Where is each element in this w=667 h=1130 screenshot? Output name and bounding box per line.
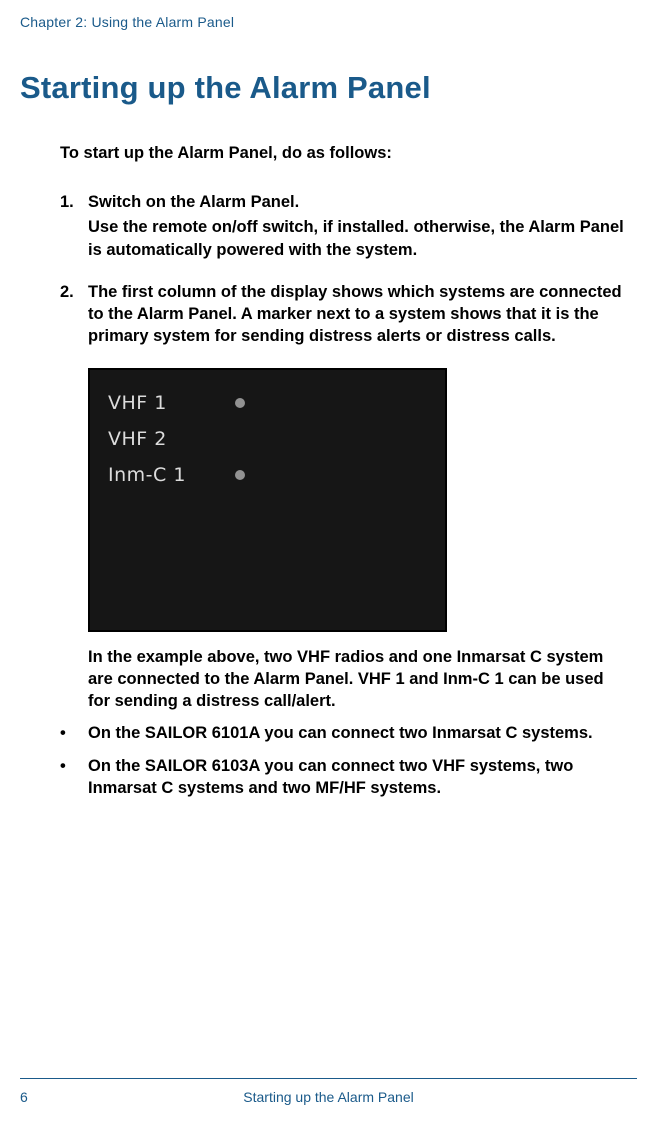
bullet-text: On the SAILOR 6101A you can connect two …	[88, 722, 637, 744]
display-label: Inm-C 1	[108, 464, 213, 486]
display-screenshot: VHF 1 VHF 2 Inm-C 1	[88, 368, 447, 632]
step-2: 2. The first column of the display shows…	[60, 281, 637, 348]
display-row: VHF 2	[108, 428, 427, 450]
intro-text: To start up the Alarm Panel, do as follo…	[60, 144, 637, 163]
bullet-icon: •	[60, 722, 88, 744]
chapter-header: Chapter 2: Using the Alarm Panel	[20, 14, 637, 30]
display-label: VHF 1	[108, 392, 213, 414]
marker-icon	[235, 398, 245, 408]
footer-title: Starting up the Alarm Panel	[243, 1089, 413, 1105]
step-number: 2.	[60, 281, 88, 348]
display-row: Inm-C 1	[108, 464, 427, 486]
page-title: Starting up the Alarm Panel	[20, 70, 637, 106]
caption-text: In the example above, two VHF radios and…	[88, 646, 627, 713]
bullet-icon: •	[60, 755, 88, 800]
step-body: The first column of the display shows wh…	[88, 281, 637, 348]
page-number: 6	[20, 1089, 28, 1105]
marker-icon	[235, 470, 245, 480]
bullet-item: • On the SAILOR 6101A you can connect tw…	[60, 722, 637, 744]
bullet-item: • On the SAILOR 6103A you can connect tw…	[60, 755, 637, 800]
step-heading: Switch on the Alarm Panel.	[88, 191, 637, 213]
display-label: VHF 2	[108, 428, 213, 450]
display-row: VHF 1	[108, 392, 427, 414]
step-body: Use the remote on/off switch, if install…	[88, 216, 637, 261]
step-1: 1. Switch on the Alarm Panel. Use the re…	[60, 191, 637, 261]
page-footer: 6 Starting up the Alarm Panel	[20, 1078, 637, 1105]
step-number: 1.	[60, 191, 88, 261]
bullet-text: On the SAILOR 6103A you can connect two …	[88, 755, 637, 800]
